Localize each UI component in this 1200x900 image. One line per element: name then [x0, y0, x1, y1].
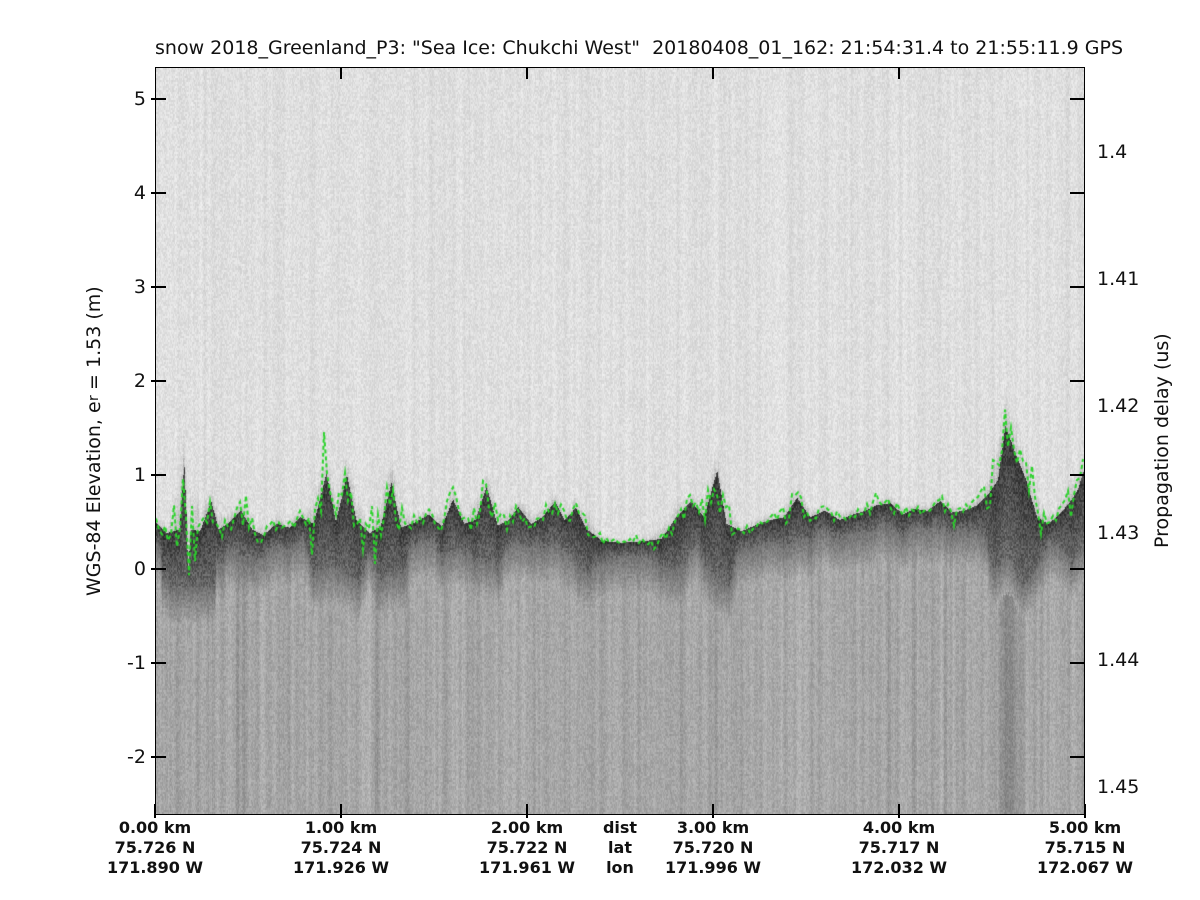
- plot-title: snow 2018_Greenland_P3: "Sea Ice: Chukch…: [155, 37, 1124, 59]
- y-left-tick-label: 2: [133, 370, 146, 392]
- y-right-tick-mark: [1070, 474, 1085, 476]
- x-axis-row-header-dist: dist: [602, 818, 638, 837]
- x-label-lon: 171.926 W: [292, 858, 390, 877]
- x-axis-row-header-lat: lat: [608, 838, 632, 857]
- y-left-tick-label: 3: [133, 276, 146, 298]
- echogram-canvas: [156, 68, 1084, 814]
- y-left-tick-label: -2: [127, 746, 146, 768]
- x-label-lon: 172.032 W: [850, 858, 948, 877]
- x-bottom-tick-mark: [340, 804, 342, 818]
- x-top-tick-mark: [712, 68, 714, 79]
- y-right-tick-label: 1.4: [1097, 141, 1128, 163]
- x-label-lon: 171.961 W: [478, 858, 576, 877]
- y-left-tick-mark: [151, 756, 166, 758]
- x-label-dist: 5.00 km: [1048, 818, 1122, 837]
- y-right-tick-label: 1.43: [1097, 522, 1140, 544]
- x-label-lat: 75.726 N: [114, 838, 196, 857]
- figure-root: snow 2018_Greenland_P3: "Sea Ice: Chukch…: [0, 0, 1200, 900]
- y-right-tick-mark: [1070, 756, 1085, 758]
- x-top-tick-mark: [340, 68, 342, 79]
- x-label-lat: 75.717 N: [858, 838, 940, 857]
- y-left-axis-label: WGS-84 Elevation, er = 1.53 (m): [83, 285, 105, 597]
- x-top-tick-mark: [526, 68, 528, 79]
- y-right-tick-mark: [1070, 286, 1085, 288]
- y-right-tick-mark: [1070, 98, 1085, 100]
- y-left-tick-mark: [151, 568, 166, 570]
- x-label-lat: 75.722 N: [486, 838, 568, 857]
- y-left-tick-mark: [151, 380, 166, 382]
- x-label-lat: 75.715 N: [1044, 838, 1126, 857]
- x-label-dist: 4.00 km: [862, 818, 936, 837]
- y-left-tick-label: 4: [133, 182, 146, 204]
- x-bottom-tick-mark: [526, 804, 528, 818]
- y-right-tick-label: 1.45: [1097, 776, 1140, 798]
- echogram-plot: [155, 67, 1085, 815]
- x-bottom-tick-mark: [898, 804, 900, 818]
- y-right-tick-mark: [1070, 380, 1085, 382]
- y-left-tick-label: 5: [133, 88, 146, 110]
- y-right-tick-mark: [1070, 192, 1085, 194]
- y-right-tick-mark: [1070, 662, 1085, 664]
- y-left-tick-mark: [151, 286, 166, 288]
- x-label-dist: 3.00 km: [676, 818, 750, 837]
- y-right-tick-label: 1.44: [1097, 649, 1140, 671]
- x-label-lon: 171.996 W: [664, 858, 762, 877]
- x-label-dist: 0.00 km: [118, 818, 192, 837]
- y-left-tick-mark: [151, 474, 166, 476]
- y-right-axis-label: Propagation delay (us): [1151, 333, 1173, 549]
- y-left-tick-mark: [151, 662, 166, 664]
- y-right-tick-label: 1.41: [1097, 268, 1140, 290]
- x-label-lat: 75.724 N: [300, 838, 382, 857]
- y-right-tick-label: 1.42: [1097, 395, 1140, 417]
- x-label-lat: 75.720 N: [672, 838, 754, 857]
- y-right-tick-mark: [1070, 568, 1085, 570]
- x-label-dist: 1.00 km: [304, 818, 378, 837]
- y-left-tick-mark: [151, 192, 166, 194]
- x-label-lon: 171.890 W: [106, 858, 204, 877]
- x-bottom-tick-mark: [1084, 804, 1086, 818]
- y-left-tick-mark: [151, 98, 166, 100]
- x-bottom-tick-mark: [154, 804, 156, 818]
- y-left-tick-label: 1: [133, 464, 146, 486]
- x-top-tick-mark: [898, 68, 900, 79]
- x-axis-row-header-lon: lon: [606, 858, 634, 877]
- y-left-tick-label: 0: [133, 558, 146, 580]
- x-label-lon: 172.067 W: [1036, 858, 1134, 877]
- y-left-tick-label: -1: [127, 652, 146, 674]
- x-label-dist: 2.00 km: [490, 818, 564, 837]
- x-bottom-tick-mark: [712, 804, 714, 818]
